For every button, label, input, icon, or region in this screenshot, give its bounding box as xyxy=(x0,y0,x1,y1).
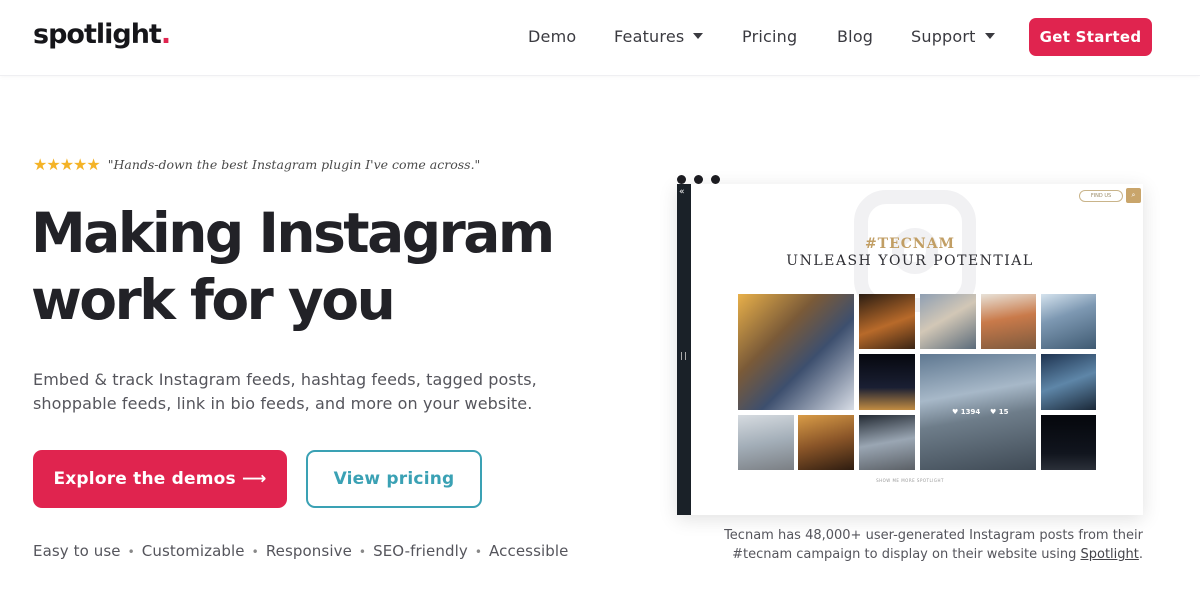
find-us-button[interactable]: FIND US xyxy=(1079,190,1123,202)
nav-support-label: Support xyxy=(911,27,976,46)
nav-features[interactable]: Features xyxy=(614,27,704,46)
feature-item: Accessible xyxy=(489,542,569,560)
dot-icon xyxy=(677,175,686,184)
feature-item: Customizable xyxy=(141,542,245,560)
feed-photo[interactable] xyxy=(1041,354,1096,410)
feed-photo-featured[interactable]: ♥ 1394 ♥ 15 xyxy=(920,354,1036,470)
feature-item: SEO-friendly xyxy=(373,542,468,560)
logo-dot: . xyxy=(160,19,171,50)
get-started-button[interactable]: Get Started xyxy=(1029,18,1152,56)
comments-count: ♥ 15 xyxy=(990,408,1009,416)
chevron-down-icon xyxy=(693,33,704,39)
nav-pricing[interactable]: Pricing xyxy=(742,27,797,46)
hashtag-title: #TECNAM xyxy=(864,236,956,252)
feed-photo[interactable] xyxy=(1041,415,1096,470)
chevron-down-icon xyxy=(984,33,995,39)
drag-handle-icon xyxy=(681,352,686,360)
bullet-separator: • xyxy=(474,545,483,559)
sidebar-collapse-bar[interactable]: « xyxy=(677,184,691,515)
feed-photo[interactable] xyxy=(1041,294,1096,349)
nav-support[interactable]: Support xyxy=(911,27,995,46)
feed-photo[interactable] xyxy=(738,294,854,410)
demo-caption: Tecnam has 48,000+ user-generated Instag… xyxy=(680,526,1143,564)
nav-blog-label: Blog xyxy=(837,27,874,46)
demo-screenshot: « FIND US ⌕ #TECNAM UNLEASH YOUR POTENTI… xyxy=(677,184,1143,515)
page-title: Making Instagram work for you xyxy=(31,200,591,334)
view-pricing-button[interactable]: View pricing xyxy=(306,450,482,508)
feature-item: Responsive xyxy=(265,542,352,560)
feed-photo[interactable] xyxy=(981,294,1036,349)
feed-photo[interactable] xyxy=(738,415,794,470)
nav-blog[interactable]: Blog xyxy=(837,27,873,46)
feed-photo[interactable] xyxy=(920,294,976,349)
bullet-separator: • xyxy=(358,545,367,559)
search-icon[interactable]: ⌕ xyxy=(1126,188,1141,203)
review-snippet: ★★★★★ "Hands-down the best Instagram plug… xyxy=(33,155,480,174)
bullet-separator: • xyxy=(251,545,259,559)
feed-photo[interactable] xyxy=(798,415,854,470)
collapse-arrows-icon[interactable]: « xyxy=(679,187,685,197)
campaign-tagline: UNLEASH YOUR POTENTIAL xyxy=(786,253,1034,269)
bullet-separator: • xyxy=(127,545,135,559)
nav-demo-label: Demo xyxy=(528,27,577,46)
headline-line-1: Making Instagram xyxy=(31,201,555,265)
dot-icon xyxy=(711,175,720,184)
nav-features-label: Features xyxy=(614,27,685,46)
dot-icon xyxy=(694,175,703,184)
rating-stars-icon: ★★★★★ xyxy=(33,155,101,174)
caption-period: . xyxy=(1138,547,1143,562)
review-quote: "Hands-down the best Instagram plugin I'… xyxy=(107,157,481,172)
nav-demo[interactable]: Demo xyxy=(528,27,576,46)
logo-text: spotlight xyxy=(33,19,162,50)
feature-item: Easy to use xyxy=(33,542,121,560)
spotlight-logo[interactable]: spotlight. xyxy=(33,19,171,50)
spotlight-link[interactable]: Spotlight xyxy=(1080,547,1138,562)
feed-photo[interactable] xyxy=(859,294,915,349)
explore-demos-button[interactable]: Explore the demos ⟶ xyxy=(33,450,287,508)
site-header: spotlight. Demo Features Pricing Blog Su… xyxy=(0,0,1200,76)
feed-photo[interactable] xyxy=(859,415,915,470)
show-more-link[interactable]: SHOW ME MORE SPOTLIGHT xyxy=(677,478,1143,483)
feed-photo[interactable] xyxy=(859,354,915,410)
hero-description: Embed & track Instagram feeds, hashtag f… xyxy=(33,370,537,413)
likes-count: ♥ 1394 xyxy=(952,408,981,416)
nav-pricing-label: Pricing xyxy=(742,27,798,46)
feature-list: Easy to use • Customizable • Responsive • SEO-… xyxy=(33,542,568,560)
headline-line-2: work for you xyxy=(31,268,396,332)
